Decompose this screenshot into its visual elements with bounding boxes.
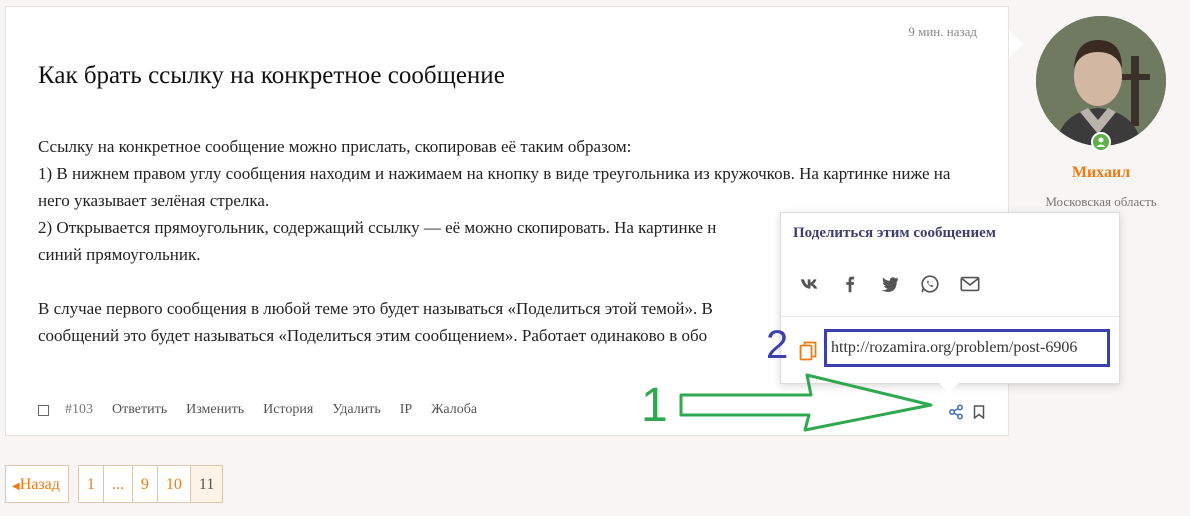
page-link[interactable]: 9	[131, 465, 158, 503]
post-toolbar: #103 Ответить Изменить История Удалить I…	[38, 400, 496, 420]
share-icon[interactable]	[948, 404, 964, 420]
post-number-link[interactable]: #103	[65, 402, 93, 418]
popup-divider	[781, 316, 1119, 317]
vk-icon[interactable]	[799, 273, 821, 295]
edit-button[interactable]: Изменить	[186, 402, 244, 418]
page-link-current[interactable]: 11	[189, 465, 224, 503]
popup-pointer	[939, 383, 959, 393]
ip-button[interactable]: IP	[400, 402, 412, 418]
caret-left-icon: ◀	[12, 481, 20, 492]
copy-icon[interactable]	[799, 341, 817, 361]
post-paragraph: 1) В нижнем правом углу сообщения находи…	[38, 164, 951, 210]
prev-page-button[interactable]: ◀Назад	[5, 465, 69, 503]
green-arrow-annotation	[679, 373, 933, 432]
post-timestamp: 9 мин. назад	[908, 24, 977, 39]
facebook-icon[interactable]	[839, 273, 861, 295]
select-post-checkbox[interactable]	[38, 404, 49, 416]
prev-page-label: Назад	[19, 476, 60, 493]
avatar-photo-icon	[1036, 16, 1166, 146]
share-link-field[interactable]: http://rozamira.org/problem/post-6906	[824, 329, 1110, 367]
page-link[interactable]: ...	[102, 465, 133, 503]
whatsapp-icon[interactable]	[919, 273, 941, 295]
pagination: ◀Назад 1 ... 9 10 11	[5, 465, 224, 503]
author-avatar[interactable]	[1036, 16, 1166, 146]
annotation-step-1: 1	[641, 379, 668, 432]
twitter-icon[interactable]	[879, 273, 901, 295]
share-popup: Поделиться этим сообщением http://rozami…	[780, 212, 1120, 384]
email-icon[interactable]	[959, 273, 981, 295]
user-icon	[1096, 137, 1106, 147]
history-button[interactable]: История	[263, 402, 313, 418]
post-title: Как брать ссылку на конкретное сообщение	[38, 62, 505, 89]
annotation-step-2: 2	[766, 323, 789, 367]
social-share-row	[799, 273, 981, 295]
post-paragraph: Ссылку на конкретное сообщение можно при…	[38, 137, 632, 156]
page-link[interactable]: 1	[77, 465, 104, 503]
post-speech-arrow	[1009, 30, 1023, 58]
bookmark-icon[interactable]	[973, 405, 985, 419]
author-region: Московская область	[1045, 194, 1157, 209]
reply-button[interactable]: Ответить	[112, 402, 167, 418]
share-popup-title: Поделиться этим сообщением	[793, 225, 996, 241]
delete-button[interactable]: Удалить	[332, 402, 380, 418]
page-link[interactable]: 10	[156, 465, 191, 503]
report-button[interactable]: Жалоба	[431, 402, 477, 418]
online-status-icon	[1091, 132, 1111, 152]
author-name[interactable]: Михаил	[1036, 164, 1166, 182]
